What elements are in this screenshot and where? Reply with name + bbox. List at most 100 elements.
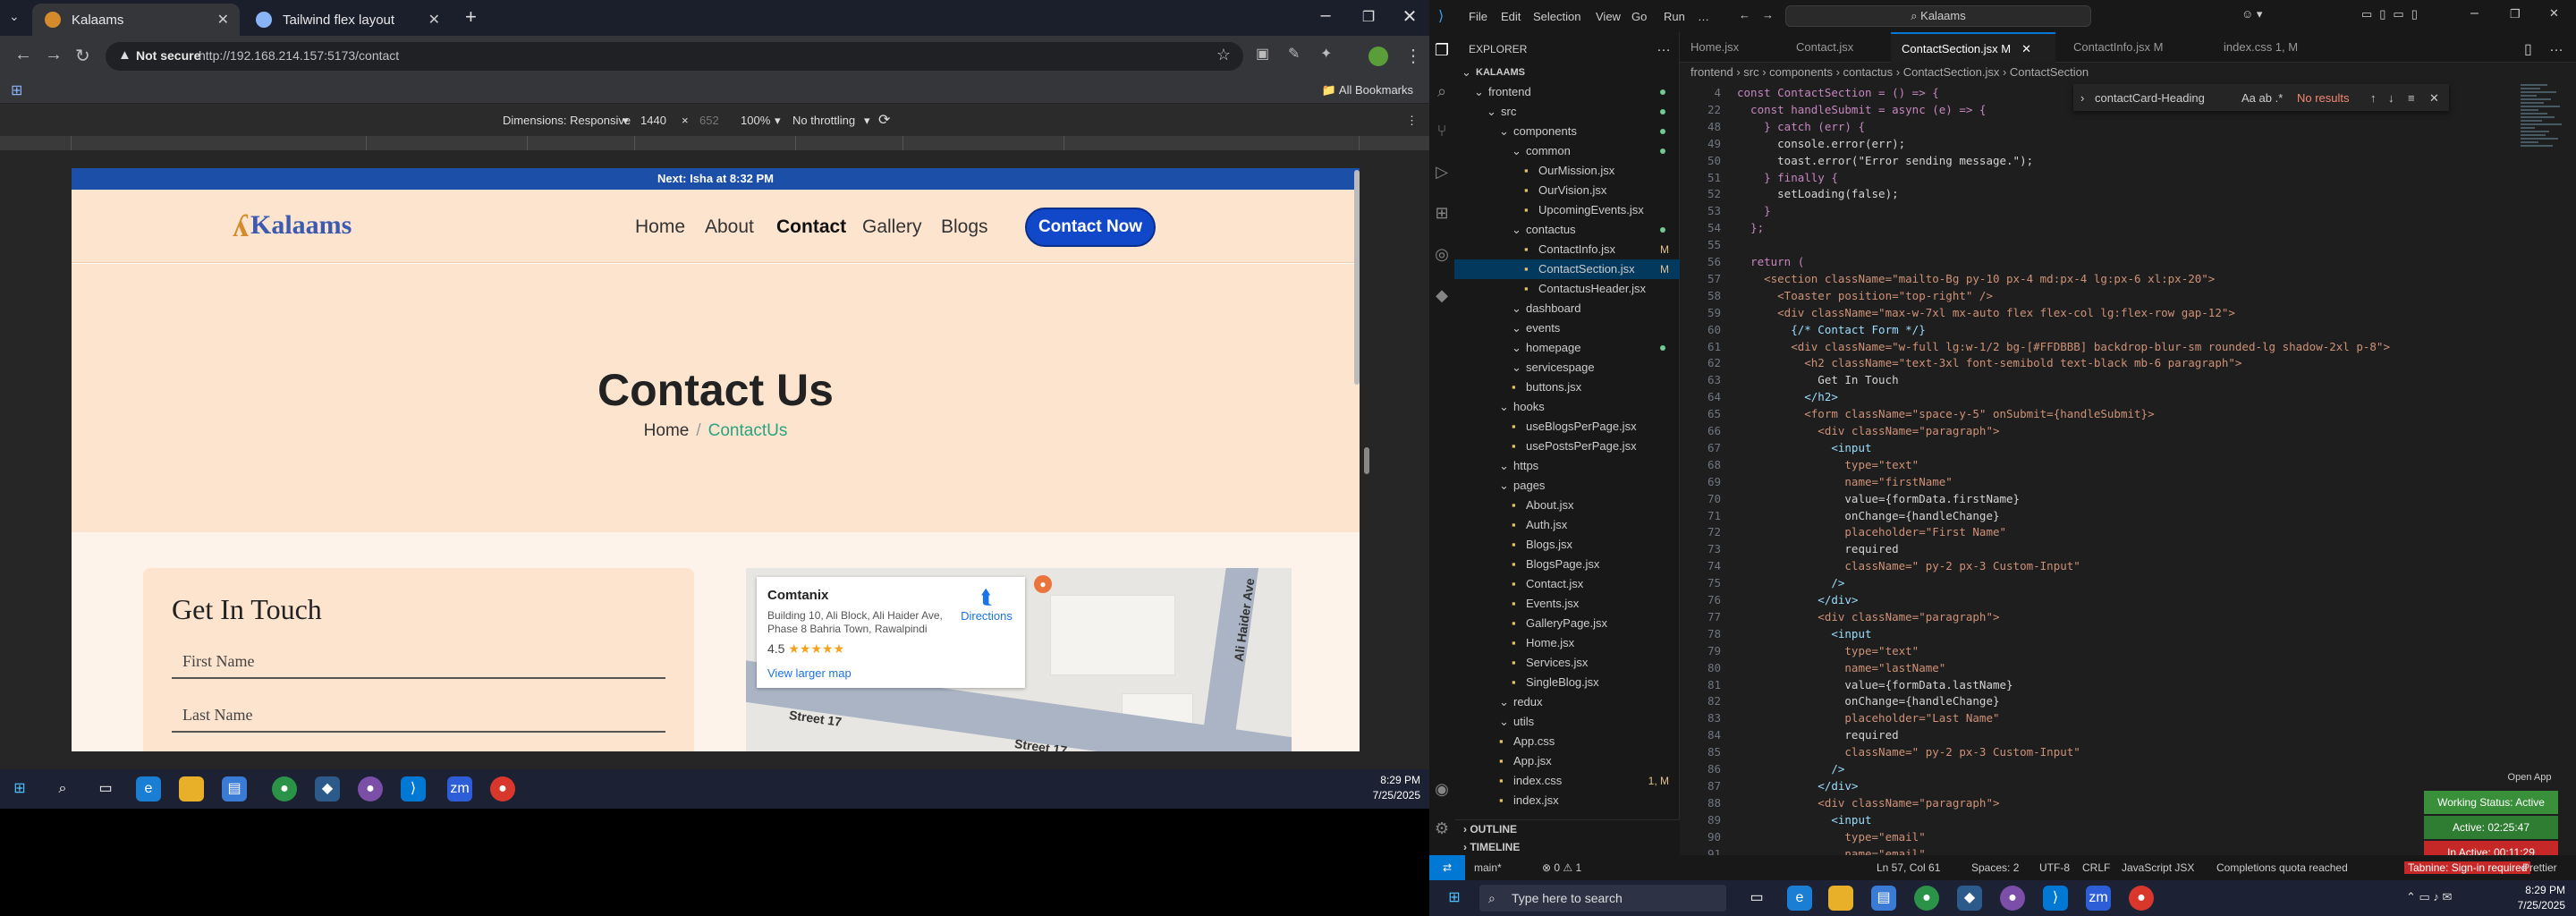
reload-icon[interactable]: ↻ [75,45,90,67]
code-line[interactable]: </h2> [1737,390,1838,403]
minimize-icon[interactable]: – [2470,5,2479,21]
code-line[interactable]: /> [1737,576,1844,589]
browser-tab-kalaams[interactable]: Kalaams ✕ [32,4,240,36]
page-scrollbar[interactable] [1354,170,1360,385]
chrome-icon[interactable]: ● [490,776,515,802]
file-tree-folder[interactable]: ⌄ KALAAMS [1454,63,1680,82]
file-tree-folder[interactable]: ⌄ hooks [1454,397,1680,417]
directions-button[interactable]: ⮬ Directions [955,586,1018,623]
file-tree-folder[interactable]: ⌄ pages [1454,476,1680,496]
view-larger-map-link[interactable]: View larger map [767,666,852,680]
last-name-field[interactable]: Last Name [172,693,665,733]
branch-indicator[interactable]: main* [1474,861,1502,874]
editor-tab-contact[interactable]: Contact.jsx [1785,32,1884,63]
puzzle-extensions-icon[interactable]: ✦ [1320,45,1332,63]
code-line[interactable]: required [1737,542,1898,556]
file-tree-file[interactable]: ▪ GalleryPage.jsx [1454,614,1680,633]
kalaams-logo[interactable]: ʎ Kalaams [233,206,352,245]
encoding[interactable]: UTF-8 [2039,861,2070,874]
file-tree-file[interactable]: ▪ ContactInfo.jsx M [1454,240,1680,259]
code-line[interactable]: value={formData.firstName} [1737,492,2020,505]
github-icon[interactable]: ● [358,776,383,802]
media-query-ruler[interactable] [0,136,1429,150]
url-text[interactable]: http://192.168.214.157:5173/contact [199,48,399,63]
menu-run[interactable]: Run [1664,10,1685,23]
working-status-badge[interactable]: Working Status: Active [2424,791,2558,814]
clock[interactable]: 8:29 PM 7/25/2025 [2518,883,2565,913]
file-tree-folder[interactable]: ⌄ redux [1454,692,1680,712]
viewport-resize-handle[interactable] [1364,447,1369,474]
more-menu-icon[interactable]: ⋮ [1404,45,1422,67]
completions-notice[interactable]: Completions quota reached [2216,861,2348,874]
extension-icon[interactable]: ▣ [1256,45,1269,63]
code-line[interactable]: onChange={handleChange} [1737,694,1999,708]
code-line[interactable]: return ( [1737,255,1804,268]
task-view-icon[interactable]: ▭ [93,776,118,802]
vscode-icon[interactable]: ⟩ [2043,886,2068,911]
system-tray-icons[interactable]: ⌃ ▭ ♪ ✉ [2406,890,2452,904]
file-tree-file[interactable]: ▪ App.jsx [1454,751,1680,771]
code-line[interactable]: console.error(err); [1737,137,1905,150]
file-tree-file[interactable]: ▪ Events.jsx [1454,594,1680,614]
file-explorer-icon[interactable] [1828,886,1853,911]
close-window-icon[interactable]: ✕ [1392,5,1428,28]
nav-link-gallery[interactable]: Gallery [862,216,922,238]
file-tree-folder[interactable]: ⌄ events [1454,318,1680,338]
search-icon[interactable]: ⌕ [50,776,75,802]
file-tree-folder[interactable]: ⌄ frontend [1454,82,1680,102]
task-view-icon[interactable]: ▭ [1744,886,1769,911]
chrome-icon[interactable]: ● [1914,886,1939,911]
file-tree-folder[interactable]: ⌄ common [1454,141,1680,161]
explorer-files-icon[interactable]: ❐ [1431,41,1453,66]
find-next-icon[interactable]: ↓ [2388,91,2394,105]
dimensions-dropdown[interactable]: Dimensions: Responsive [503,114,631,127]
code-line[interactable]: className=" py-2 px-3 Custom-Input" [1737,745,2080,759]
nav-link-contact[interactable]: Contact [776,216,846,238]
menu-go[interactable]: Go [1631,10,1647,23]
store-icon[interactable]: ▤ [1871,886,1896,911]
map-pin-icon[interactable]: ● [1034,575,1052,593]
code-line[interactable]: <input [1737,441,1871,454]
code-line[interactable]: value={formData.lastName} [1737,678,2012,691]
code-line[interactable]: placeholder="Last Name" [1737,711,1999,725]
code-line[interactable]: name="lastName" [1737,661,1945,674]
source-control-icon[interactable]: ⑂ [1431,122,1453,147]
code-line[interactable]: <form className="space-y-5" onSubmit={ha… [1737,407,2154,420]
extensions-icon[interactable]: ⊞ [1431,204,1453,229]
code-line[interactable]: <section className="mailto-Bg py-10 px-4… [1737,272,2215,285]
code-line[interactable]: </div> [1737,593,1858,606]
code-line[interactable]: } finally { [1737,171,1838,184]
address-bar[interactable]: ▲ Not secure http://192.168.214.157:5173… [106,42,1243,71]
file-tree-folder[interactable]: ⌄ src [1454,102,1680,122]
contact-now-button[interactable]: Contact Now [1025,208,1156,247]
breadcrumb-home[interactable]: Home [644,421,690,440]
close-tab-icon[interactable]: ✕ [2021,42,2031,55]
split-editor-icon[interactable]: ▯ [2524,40,2532,58]
file-tree-folder[interactable]: ⌄ utils [1454,712,1680,732]
taskbar-search-box[interactable]: ⌕ Type here to search [1479,885,1726,912]
find-close-icon[interactable]: ✕ [2429,91,2439,106]
code-line[interactable]: <input [1737,627,1871,640]
tab-search-icon[interactable]: ⌄ [9,9,20,24]
code-line[interactable]: setLoading(false); [1737,187,1898,200]
code-line[interactable]: <input [1737,813,1871,827]
code-line[interactable]: } [1737,204,1771,217]
mongodb-leaf-icon[interactable]: ◆ [1431,286,1453,311]
code-line[interactable]: <div className="paragraph"> [1737,610,1999,623]
timeline-section[interactable]: › TIMELINE [1454,838,1680,856]
file-tree-file[interactable]: ▪ ContactSection.jsx M [1454,259,1680,279]
code-line[interactable]: onChange={handleChange} [1737,509,1999,522]
file-tree-file[interactable]: ▪ Auth.jsx [1454,515,1680,535]
find-input[interactable]: contactCard-Heading [2095,91,2205,105]
file-tree-file[interactable]: ▪ index.css 1, M [1454,771,1680,791]
tabnine-status[interactable]: Tabnine: Sign-in required [2404,861,2531,874]
maximize-icon[interactable]: ❐ [1351,8,1386,26]
file-tree-folder[interactable]: ⌄ contactus [1454,220,1680,240]
code-line[interactable]: Get In Touch [1737,373,1898,386]
code-line[interactable]: const ContactSection = () => { [1737,86,1939,99]
find-expand-icon[interactable]: › [2080,91,2084,105]
app-icon[interactable]: ◆ [315,776,340,802]
code-line[interactable]: required [1737,728,1898,742]
file-tree-file[interactable]: ▪ usePostsPerPage.jsx [1454,437,1680,456]
match-case-icon[interactable]: Aa ab .* [2241,91,2283,105]
